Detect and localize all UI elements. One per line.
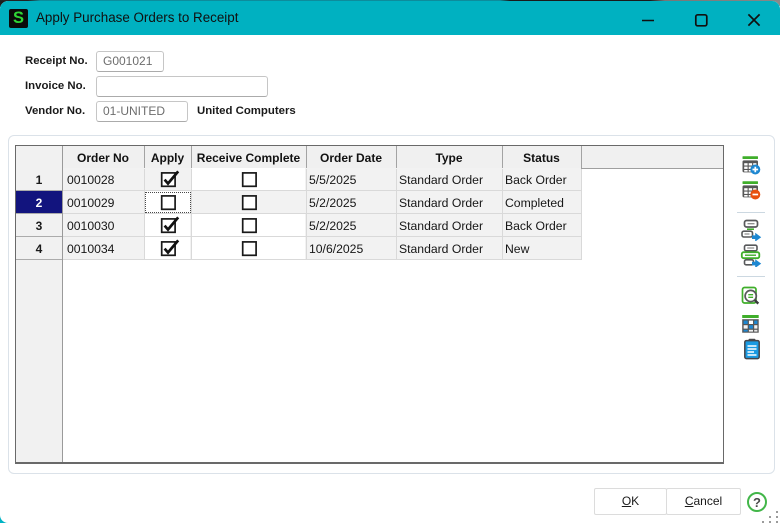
- svg-text:?: ?: [753, 495, 761, 510]
